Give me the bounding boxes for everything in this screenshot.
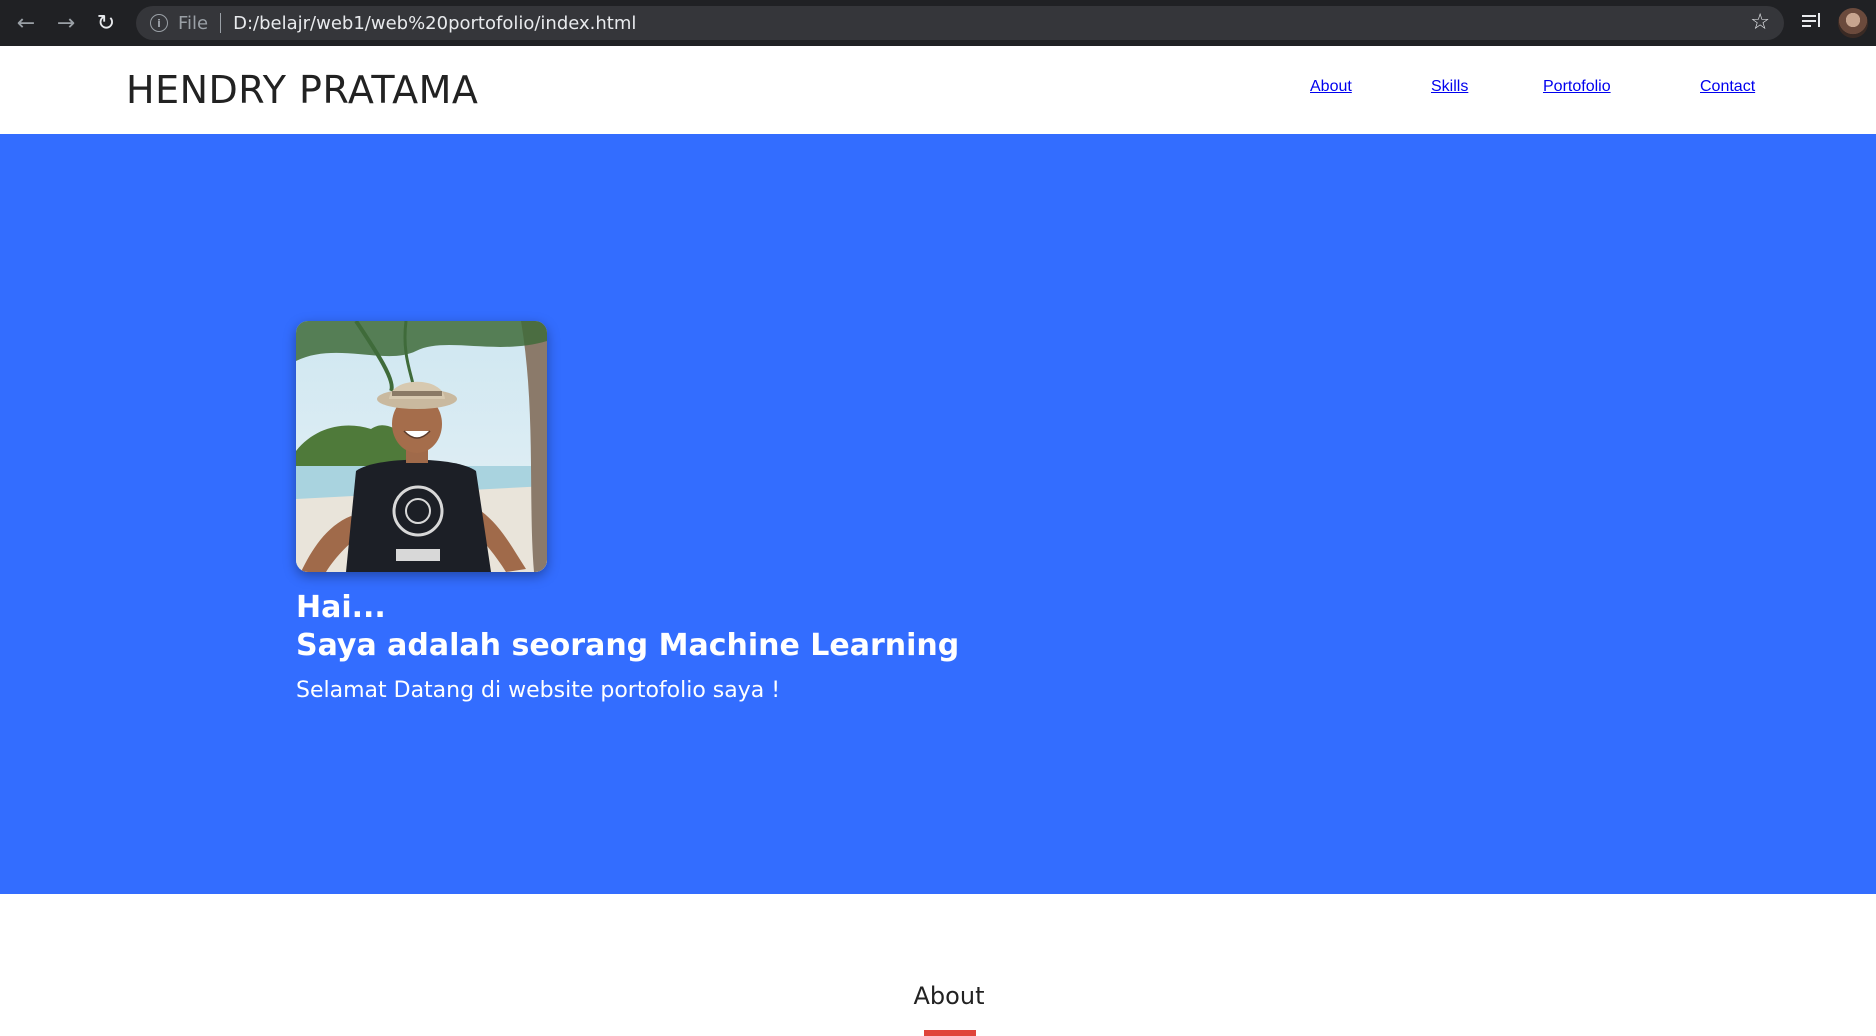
url-scheme-label: File [178,12,209,34]
back-arrow-icon[interactable]: ← [6,0,46,46]
forward-arrow-icon[interactable]: → [46,0,86,46]
url-text[interactable]: D:/belajr/web1/web%20portofolio/index.ht… [233,13,636,34]
nav-link-portofolio[interactable]: Portofolio [1543,78,1611,96]
profile-photo [296,321,547,572]
nav-link-contact[interactable]: Contact [1700,78,1755,96]
hero-subtitle: Selamat Datang di website portofolio say… [296,678,781,703]
reload-icon[interactable]: ↻ [86,0,126,46]
url-separator [220,13,222,33]
about-heading-underline [924,1030,976,1036]
media-control-icon[interactable] [1800,10,1824,34]
address-bar[interactable]: i File D:/belajr/web1/web%20portofolio/i… [136,6,1784,40]
nav-link-skills[interactable]: Skills [1431,78,1468,96]
hero-section: Hai... Saya adalah seorang Machine Learn… [0,134,1876,894]
hero-title: Saya adalah seorang Machine Learning [296,628,960,663]
star-icon[interactable]: ☆ [1750,10,1770,35]
profile-avatar[interactable] [1838,8,1868,38]
brand-logo[interactable]: HENDRY PRATAMA [126,68,478,112]
site-header: HENDRY PRATAMA About Skills Portofolio C… [0,46,1876,134]
info-icon[interactable]: i [150,14,168,32]
hero-greeting: Hai... [296,590,386,625]
about-heading: About [913,982,985,1010]
nav-link-about[interactable]: About [1310,78,1352,96]
browser-toolbar: ← → ↻ i File D:/belajr/web1/web%20portof… [0,0,1876,46]
